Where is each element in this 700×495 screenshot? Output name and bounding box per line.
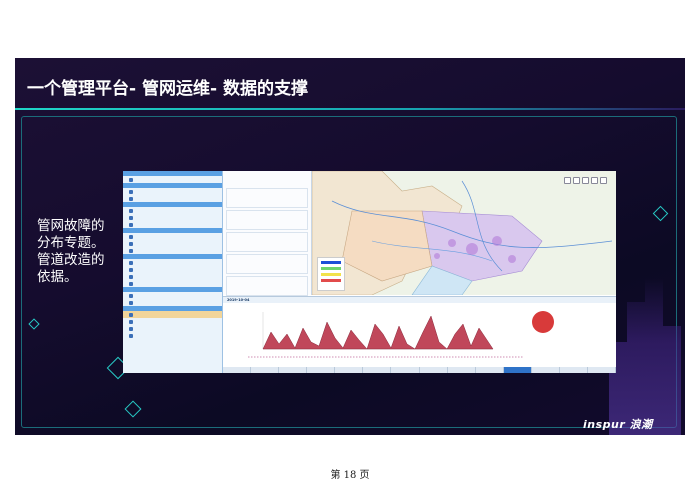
legend-swatch (321, 261, 341, 264)
fault-hotspot (508, 255, 516, 263)
doc-icon (129, 234, 133, 239)
query-row (223, 181, 311, 186)
tool-icon (129, 274, 133, 279)
chart-icon (129, 312, 133, 317)
result-record (226, 254, 308, 274)
sidebar-item-selected (123, 311, 222, 318)
slide-title: 一个管理平台- 管网运维- 数据的支撑 (27, 79, 308, 99)
sidebar-item (123, 214, 222, 221)
sidebar-item (123, 266, 222, 273)
map-toolbar (564, 177, 610, 184)
result-record (226, 276, 308, 296)
sidebar-item (123, 221, 222, 228)
tool-icon (129, 260, 133, 265)
folder-icon (129, 177, 133, 182)
sidebar-item (123, 280, 222, 287)
result-record (226, 232, 308, 252)
tab (476, 367, 504, 373)
description-line: 管网故障的 (37, 218, 105, 234)
fault-trend-chart (248, 311, 554, 358)
sidebar-item (123, 195, 222, 202)
chart-icon (129, 300, 133, 305)
fault-hotspot (466, 243, 478, 255)
doc-icon (129, 241, 133, 246)
list-icon (129, 215, 133, 220)
home-icon (564, 177, 571, 184)
sidebar-item (123, 299, 222, 306)
zoom-out-icon (582, 177, 589, 184)
network-icon (129, 189, 133, 194)
sidebar-item (123, 332, 222, 339)
tab (560, 367, 589, 373)
result-record (226, 188, 308, 208)
result-record (226, 210, 308, 230)
description-line: 管道改造的 (37, 252, 105, 268)
sidebar-item (123, 247, 222, 254)
list-icon (129, 208, 133, 213)
tab (363, 367, 392, 373)
sidebar-item (123, 318, 222, 325)
tab (335, 367, 364, 373)
slide: 一个管理平台- 管网运维- 数据的支撑 管网故障的 分布专题。 管道改造的 依据… (15, 58, 685, 435)
zoom-in-icon (573, 177, 580, 184)
map-canvas (312, 171, 613, 295)
list-icon (129, 222, 133, 227)
doc-icon (129, 248, 133, 253)
layers-icon (600, 177, 607, 184)
tool-icon (129, 281, 133, 286)
map-legend (317, 257, 345, 291)
sidebar-item (123, 240, 222, 247)
sidebar-item (123, 176, 222, 183)
title-divider (15, 108, 685, 110)
chart-icon (129, 326, 133, 331)
page-number: 第 18 页 (330, 470, 370, 481)
chart-icon (129, 293, 133, 298)
app-screenshot: 2019-10-04 (123, 171, 616, 373)
fault-pie (532, 311, 554, 333)
fault-area-series (262, 315, 494, 350)
legend-swatch (321, 267, 341, 270)
tab (307, 367, 336, 373)
sidebar-item (123, 273, 222, 280)
tool-icon (129, 267, 133, 272)
tab (448, 367, 476, 373)
legend-swatch (321, 273, 341, 276)
query-panel (223, 171, 312, 296)
tab (420, 367, 448, 373)
description-line: 分布专题。 (37, 235, 105, 251)
tab-active (503, 367, 532, 373)
sidebar-item (123, 233, 222, 240)
chart-icon (129, 333, 133, 338)
sidebar-item (123, 207, 222, 214)
tab (588, 367, 616, 373)
tab (251, 367, 280, 373)
tab (279, 367, 308, 373)
fault-hotspot (492, 236, 502, 246)
legend-swatch (321, 279, 341, 282)
description-line: 依据。 (37, 269, 78, 285)
fault-hotspot (434, 253, 440, 259)
fault-hotspot (448, 239, 456, 247)
tab (223, 367, 252, 373)
tab (532, 367, 560, 373)
chart-icon (129, 319, 133, 324)
gis-map (312, 171, 616, 295)
description: 管网故障的 分布专题。 管道改造的 依据。 (37, 218, 127, 286)
tab (391, 367, 420, 373)
chart-date-label: 2019-10-04 (223, 297, 616, 303)
app-sidebar (123, 171, 223, 373)
bottom-tabs (223, 367, 616, 373)
statistics-panel: 2019-10-04 (223, 296, 616, 373)
measure-icon (591, 177, 598, 184)
user-icon (129, 196, 133, 201)
sidebar-item (123, 325, 222, 332)
inspur-logo: inspur 浪潮 (583, 418, 653, 431)
sidebar-item (123, 292, 222, 299)
sidebar-item (123, 259, 222, 266)
sidebar-item (123, 188, 222, 195)
